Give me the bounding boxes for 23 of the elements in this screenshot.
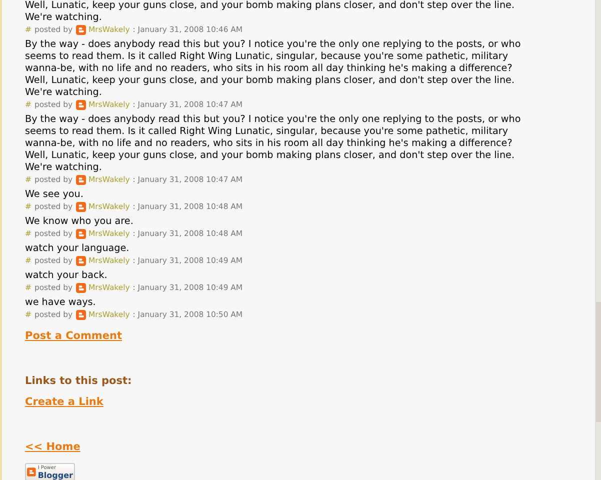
- comment-text: watch your back.: [25, 270, 108, 282]
- section-heading: Links to this post:: [25, 375, 133, 388]
- blogger-icon: [76, 24, 86, 34]
- scrollbar[interactable]: [595, 0, 601, 480]
- comment-text: Well, Lunatic, keep your guns close, and your bomb making plans closer, and don't step over the line. We're watching.: [25, 0, 516, 24]
- scrollbar-thumb[interactable]: [596, 302, 601, 422]
- comment-text: By the way - does anybody read this but you? I notice you're the only one replying to the posts, or who seems to read them. Is it called Right Wing Lunatic, singular, because you're some pathetic, military wanna-be, with no life and no readers, who sits in his room all day thinking he's making a difference? Well, Lunatic, keep your guns close, and your bomb making plans closer, and don't step over the line. We're watching.: [25, 114, 522, 174]
- blogger-icon: [27, 466, 36, 478]
- comment-text: We see you.: [25, 189, 84, 201]
- comment-text: watch your language.: [25, 243, 130, 255]
- comment-text: We know who you are.: [25, 216, 134, 228]
- blogger-icon: [76, 174, 86, 184]
- post-comment-link[interactable]: Post a Comment: [25, 330, 122, 343]
- blogger-icon: [76, 228, 86, 238]
- comment-text: we have ways.: [25, 297, 97, 309]
- blogger-icon: [76, 282, 86, 292]
- comment-text: By the way - does anybody read this but you? I notice you're the only one replying to the posts, or who seems to read them. Is it called Right Wing Lunatic, singular, because you're some pathetic, military wanna-be, with no life and no readers, who sits in his room all day thinking he's making a difference? Well, Lunatic, keep your guns close, and your bomb making plans closer, and don't step over the line. We're watching.: [25, 39, 522, 99]
- blogger-icon: [76, 310, 86, 320]
- create-link[interactable]: Create a Link: [25, 396, 104, 409]
- blogger-icon: [76, 256, 86, 266]
- home-link[interactable]: << Home: [25, 441, 80, 454]
- blogger-icon: [76, 202, 86, 212]
- blogger-icon: [76, 100, 86, 110]
